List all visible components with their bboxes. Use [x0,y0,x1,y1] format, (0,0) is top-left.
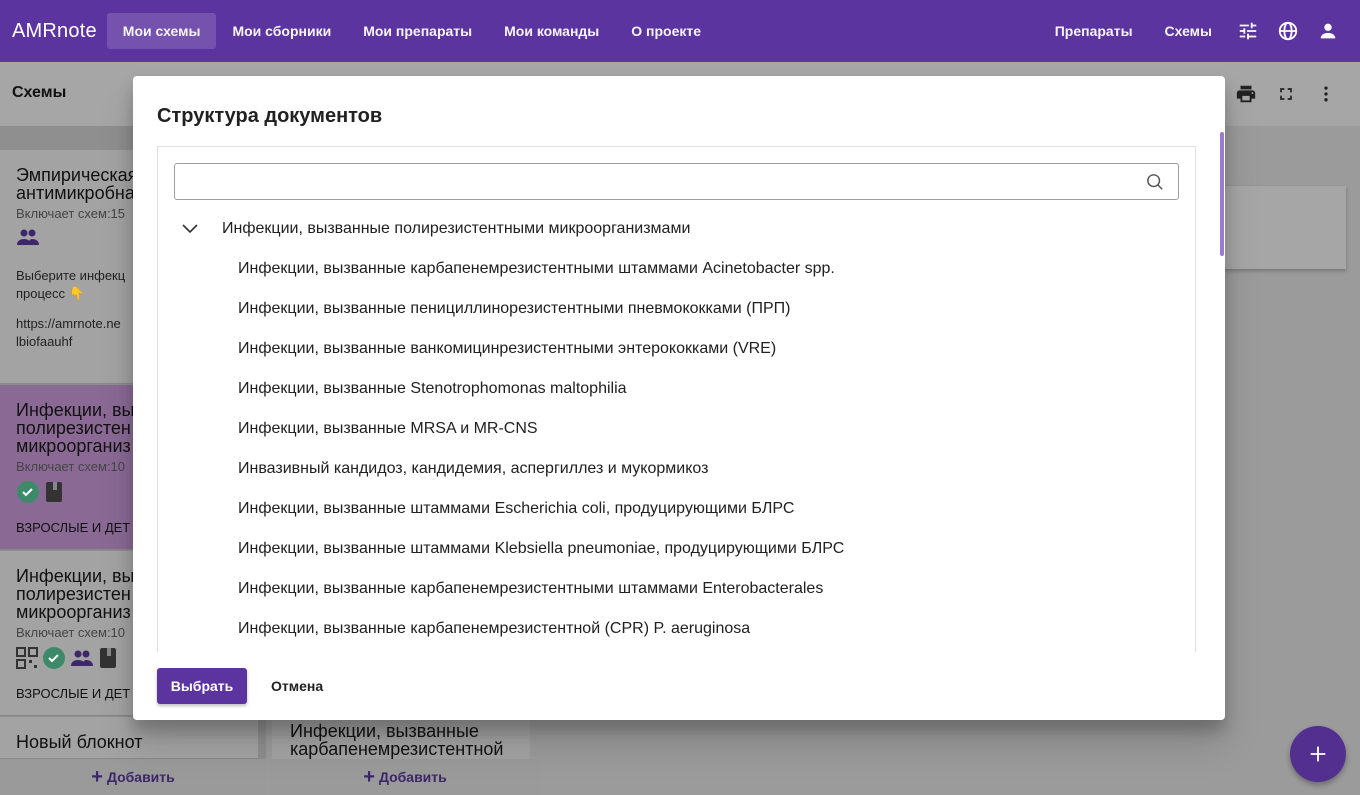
card-title: Новый блокнот [16,732,143,752]
tune-icon[interactable] [1228,11,1268,51]
cancel-button[interactable]: Отмена [255,668,339,704]
plus-icon: + [91,766,103,788]
nav-schemes[interactable]: Схемы [1149,13,1228,49]
app-bar-right: Препараты Схемы [1039,0,1348,62]
scheme-card[interactable]: Новый блокнот [0,717,258,759]
people-icon [16,227,40,247]
add-label: Добавить [106,769,175,785]
tree-item[interactable]: Инфекции, вызванные MRSA и MR-CNS [158,409,1195,449]
dialog-content: Инфекции, вызванные полирезистентными ми… [157,146,1196,652]
document-structure-dialog: Структура документов Инфекции, вызванные… [133,76,1225,720]
tree-item[interactable]: Инфекции, вызванные Stenotrophomonas mal… [158,369,1195,409]
add-button[interactable]: + Добавить [0,759,266,795]
tree-item[interactable]: Инфекции, вызванные ванкомицинрезистентн… [158,329,1195,369]
tree-item[interactable]: Инфекции, вызванные карбапенемрезистентн… [158,249,1195,289]
tree-item[interactable]: Инфекции, вызванные штаммами Klebsiella … [158,529,1195,569]
book-icon [44,481,64,503]
fullscreen-icon[interactable] [1266,74,1306,114]
nav-my-schemes[interactable]: Мои схемы [106,13,217,49]
nav-my-drugs[interactable]: Мои препараты [347,13,488,49]
add-label: Добавить [378,769,447,785]
add-button[interactable]: + Добавить [270,759,540,795]
scheme-card[interactable]: Инфекции, вызванные карбапенемрезистентн… [272,716,530,759]
chevron-down-icon[interactable] [158,224,222,234]
nav-my-collections[interactable]: Мои сборники [216,13,347,49]
verified-icon [16,480,40,504]
qr-code-icon [16,647,38,669]
scheme-preview-card [1224,186,1346,269]
brand-logo[interactable]: AMRnote [12,20,97,43]
search-input[interactable] [183,164,1133,199]
more-vert-icon[interactable] [1306,74,1346,114]
nav-my-teams[interactable]: Мои команды [488,13,615,49]
dialog-title: Структура документов [157,105,383,127]
app-bar: AMRnote Мои схемы Мои сборники Мои препа… [0,0,1360,62]
tree-item[interactable]: Инфекции, вызванные карбапенемрезистентн… [158,609,1195,649]
tree-item[interactable]: Инфекции, вызванные карбапенемрезистентн… [158,569,1195,609]
print-icon[interactable] [1226,74,1266,114]
globe-icon[interactable] [1268,11,1308,51]
tree-node-label: Инфекции, вызванные полирезистентными ми… [222,220,691,237]
document-tree: Инфекции, вызванные полирезистентными ми… [158,209,1195,649]
toolbar-actions [1226,74,1346,114]
toolbar-title: Схемы [12,84,67,101]
search-field[interactable] [174,163,1179,200]
tree-node-root[interactable]: Инфекции, вызванные полирезистентными ми… [158,209,1195,249]
account-icon[interactable] [1308,11,1348,51]
book-icon [98,647,118,669]
verified-icon [42,646,66,670]
plus-icon: + [363,766,375,788]
scrollbar[interactable] [1220,132,1224,256]
plus-icon [1310,746,1326,762]
tree-item[interactable]: Инфекции, вызванные штаммами Escherichia… [158,489,1195,529]
nav-about[interactable]: О проекте [615,13,717,49]
nav-drugs[interactable]: Препараты [1039,13,1149,49]
dialog-actions: Выбрать Отмена [157,668,339,704]
tree-item[interactable]: Инвазивный кандидоз, кандидемия, асперги… [158,449,1195,489]
tree-item[interactable]: Инфекции, вызванные пенициллинорезистент… [158,289,1195,329]
people-icon [70,648,94,668]
search-icon[interactable] [1146,173,1164,196]
select-button[interactable]: Выбрать [157,668,247,704]
fab-add-button[interactable] [1290,726,1346,782]
